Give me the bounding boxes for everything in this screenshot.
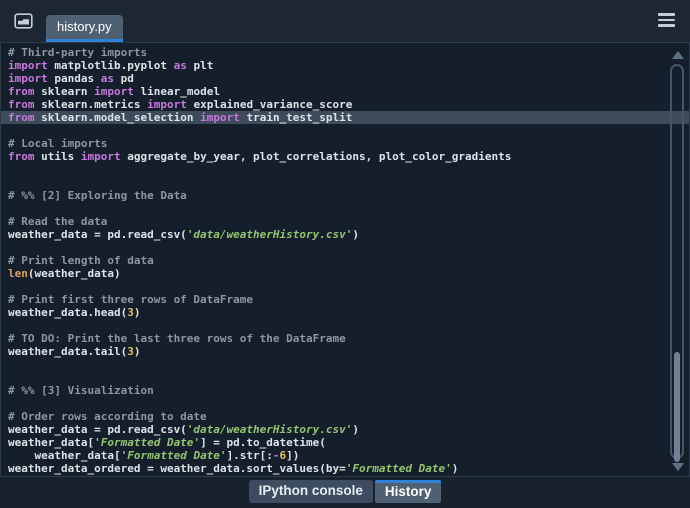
code-line[interactable]: # TO DO: Print the last three rows of th… [1,332,689,345]
code-line[interactable]: weather_data['Formatted Date'] = pd.to_d… [1,436,689,449]
code-line[interactable]: weather_data = pd.read_csv('data/weather… [1,423,689,436]
code-line[interactable] [1,280,689,293]
code-line[interactable] [1,319,689,332]
code-area[interactable]: # Third-party imports import matplotlib.p… [1,43,689,475]
code-line[interactable]: # Read the data [1,215,689,228]
browse-tabs-button[interactable] [12,11,34,30]
options-menu-button[interactable] [658,12,678,28]
file-tab-label: history.py [57,19,112,34]
code-line[interactable]: from sklearn import linear_model [1,85,689,98]
code-line[interactable] [1,124,689,137]
code-line[interactable]: from sklearn.model_selection import trai… [1,111,689,124]
code-line[interactable]: from sklearn.metrics import explained_va… [1,98,689,111]
scroll-up-arrow-icon[interactable] [672,51,684,59]
code-line[interactable]: weather_data.tail(3) [1,345,689,358]
folder-icon [13,12,33,29]
code-line[interactable] [1,163,689,176]
code-line[interactable] [1,241,689,254]
code-line[interactable] [1,371,689,384]
pane-tabbar: IPython console History [0,477,690,508]
code-line[interactable]: # Print length of data [1,254,689,267]
code-line[interactable]: weather_data.head(3) [1,306,689,319]
code-line[interactable]: weather_data_ordered = weather_data.sort… [1,462,689,475]
code-line[interactable]: # Local imports [1,137,689,150]
code-line[interactable] [1,176,689,189]
scroll-down-arrow-icon[interactable] [672,463,684,471]
scrollbar-track[interactable] [670,64,684,462]
code-line[interactable]: weather_data = pd.read_csv('data/weather… [1,228,689,241]
code-line[interactable]: import matplotlib.pyplot as plt [1,59,689,72]
code-line[interactable]: # %% [3] Visualization [1,384,689,397]
code-line[interactable] [1,202,689,215]
scrollbar-thumb[interactable] [674,352,680,462]
code-line[interactable]: len(weather_data) [1,267,689,280]
code-line[interactable] [1,397,689,410]
code-line[interactable]: weather_data['Formatted Date'].str[:-6]) [1,449,689,462]
code-line[interactable] [1,358,689,371]
code-line[interactable]: import pandas as pd [1,72,689,85]
tab-history[interactable]: History [374,480,442,503]
code-line[interactable]: # Order rows according to date [1,410,689,423]
code-line[interactable]: # Print first three rows of DataFrame [1,293,689,306]
code-line[interactable]: # %% [2] Exploring the Data [1,189,689,202]
code-line[interactable]: from utils import aggregate_by_year, plo… [1,150,689,163]
code-line[interactable]: # Third-party imports [1,46,689,59]
history-editor-pane: # Third-party imports import matplotlib.p… [0,42,690,477]
history-pane-toolbar: history.py [0,0,690,42]
tab-ipython-console[interactable]: IPython console [248,480,373,503]
tab-history-py[interactable]: history.py [46,15,123,42]
vertical-scrollbar[interactable] [670,47,686,472]
